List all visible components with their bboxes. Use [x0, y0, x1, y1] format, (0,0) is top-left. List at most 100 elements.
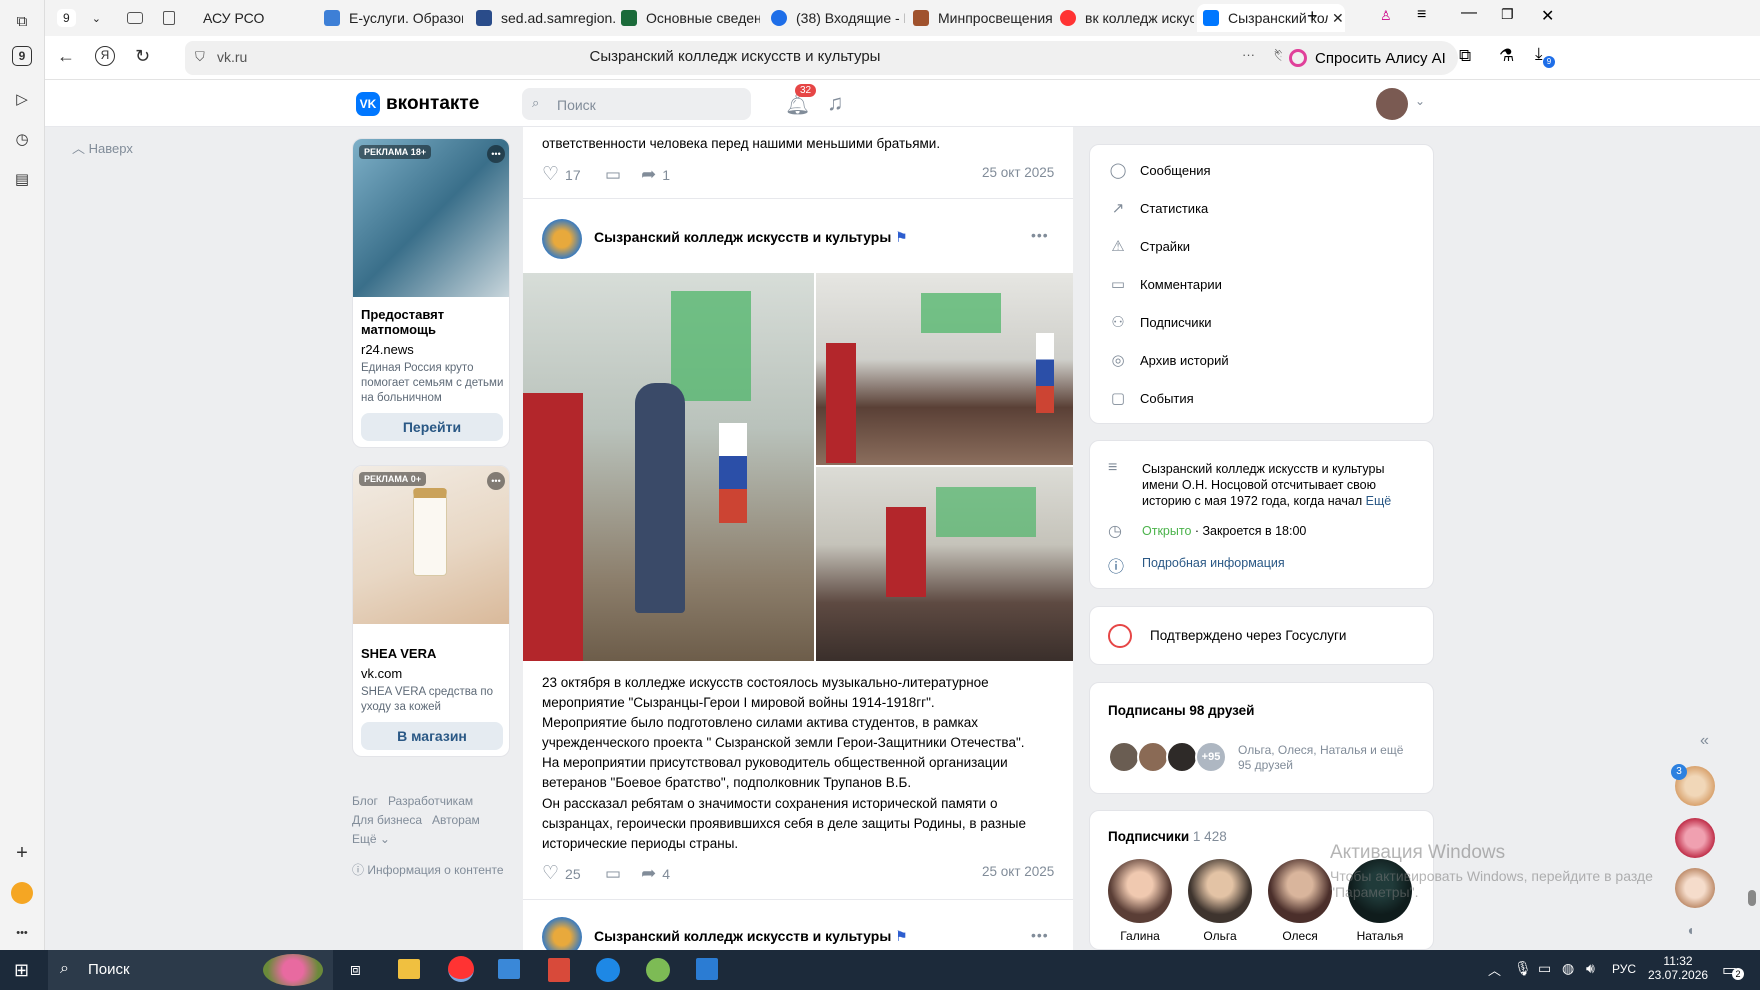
post-author[interactable]: Сызранский колледж искусств и культуры ⚑: [594, 229, 908, 246]
url-field[interactable]: ⛉ vk.ru Сызранский колледж искусств и ку…: [185, 41, 1385, 75]
task-view-icon[interactable]: ⧈: [350, 960, 361, 980]
taskbar-search[interactable]: ⌕ Поиск: [48, 950, 333, 990]
ad-button[interactable]: Перейти: [361, 413, 503, 441]
ad-button[interactable]: В магазин: [361, 722, 503, 750]
subscriber-avatar[interactable]: [1268, 859, 1332, 923]
like-icon[interactable]: ♡: [542, 862, 559, 885]
mic-icon[interactable]: 🎙︎: [1514, 960, 1532, 977]
comment-icon[interactable]: ▭: [605, 864, 621, 884]
tab-group-button[interactable]: 9 ⌄: [49, 4, 115, 32]
more-icon[interactable]: ···: [1242, 47, 1255, 62]
chat-avatar[interactable]: [1675, 868, 1715, 908]
music-icon[interactable]: ♫: [827, 90, 844, 116]
tab-mail[interactable]: [121, 4, 161, 32]
to-top-link[interactable]: ︿ Наверх: [72, 138, 133, 157]
share-icon[interactable]: ➦: [641, 863, 656, 884]
share-icon[interactable]: ➦: [641, 164, 656, 185]
app-icon[interactable]: [696, 958, 718, 980]
explorer-icon[interactable]: [398, 959, 420, 979]
yandex-home-icon[interactable]: Я: [95, 46, 115, 66]
ad-more-icon[interactable]: •••: [487, 145, 505, 163]
ad-card-2[interactable]: РЕКЛАМА 0+ ••• SHEA VERA vk.com SHEA VER…: [352, 465, 510, 757]
tab-osnovnye[interactable]: Основные сведени: [615, 4, 760, 32]
alice-button[interactable]: Спросить Алису AI: [1281, 41, 1458, 75]
screenshot-icon[interactable]: ⧉: [9, 8, 35, 34]
clock[interactable]: 11:32 23.07.2026: [1648, 954, 1708, 982]
tab-e-uslugi[interactable]: Е-услуги. Образова: [318, 4, 463, 32]
edge-icon[interactable]: [596, 958, 620, 982]
reload-icon[interactable]: ↻: [135, 46, 150, 67]
chat-avatar[interactable]: 3: [1671, 764, 1715, 806]
network-icon[interactable]: ▭: [1538, 960, 1551, 977]
vk-search-input[interactable]: ⌕ Поиск: [522, 88, 751, 120]
app-icon[interactable]: [498, 959, 520, 979]
footer-link-dev[interactable]: Разработчикам: [388, 794, 473, 808]
yandex-browser-icon[interactable]: [448, 956, 474, 982]
profile-icon[interactable]: ♙: [1380, 8, 1392, 24]
download-icon[interactable]: ⤓ 9: [1535, 44, 1555, 68]
windows-start-icon[interactable]: ⊞: [14, 960, 29, 981]
language-indicator[interactable]: РУС: [1612, 962, 1636, 976]
new-tab-button[interactable]: +: [1307, 6, 1318, 27]
tab-minpros[interactable]: Минпросвещения Р: [907, 4, 1052, 32]
video-icon[interactable]: ▷: [9, 86, 35, 112]
tab-count-icon[interactable]: 9: [12, 46, 32, 66]
about-more-link[interactable]: Ещё: [1366, 494, 1392, 508]
footer-link-more[interactable]: Ещё: [352, 832, 377, 846]
ad-more-icon[interactable]: •••: [487, 472, 505, 490]
menu-stats[interactable]: ↗ Статистика: [1108, 199, 1209, 217]
subscribers-card[interactable]: Подписчики 1 428 Галина Ольга Олеся Ната…: [1089, 810, 1434, 950]
community-avatar[interactable]: [542, 219, 582, 259]
history-icon[interactable]: ◷: [9, 126, 35, 152]
tab-vk-active[interactable]: Сызранский колл✕: [1197, 4, 1345, 32]
restore-icon[interactable]: ❐: [1501, 6, 1514, 23]
menu-events[interactable]: ▢ События: [1108, 389, 1194, 407]
post-menu-icon[interactable]: •••: [1031, 227, 1049, 243]
app-icon[interactable]: [11, 882, 33, 904]
minimize-icon[interactable]: —: [1461, 4, 1477, 22]
like-icon[interactable]: ♡: [542, 163, 559, 186]
avatar[interactable]: [1376, 88, 1408, 120]
ad-card-1[interactable]: РЕКЛАМА 18+ ••• Предоставят матпомощь r2…: [352, 138, 510, 448]
menu-messages[interactable]: ◯ Сообщения: [1108, 161, 1211, 179]
footer-link-business[interactable]: Для бизнеса: [352, 813, 422, 827]
menu-comments[interactable]: ▭ Комментарии: [1108, 275, 1222, 293]
post-photo-2[interactable]: [816, 273, 1073, 465]
friends-card[interactable]: Подписаны 98 друзей +95 Ольга, Олеся, На…: [1089, 682, 1434, 794]
post-author[interactable]: Сызранский колледж искусств и культуры ⚑: [594, 928, 908, 945]
post-photo-1[interactable]: [523, 273, 814, 661]
collections-icon[interactable]: ▤: [9, 166, 35, 192]
menu-strikes[interactable]: ⚠ Страйки: [1108, 237, 1190, 255]
back-icon[interactable]: ←: [57, 46, 75, 67]
tools-icon[interactable]: ⚗: [1499, 46, 1514, 66]
menu-icon[interactable]: ≡: [1417, 6, 1426, 24]
gosuslugi-card[interactable]: Подтверждено через Госуслуги: [1089, 606, 1434, 665]
post-menu-icon[interactable]: •••: [1031, 927, 1049, 943]
notification-center-icon[interactable]: ▭ 2: [1722, 960, 1744, 980]
footer-link-authors[interactable]: Авторам: [432, 813, 480, 827]
footer-link-blog[interactable]: Блог: [352, 794, 378, 808]
extensions-icon[interactable]: ⧉: [1459, 46, 1471, 66]
collapse-chats-icon[interactable]: «: [1700, 732, 1709, 750]
scrollbar-thumb[interactable]: [1748, 890, 1756, 906]
close-tab-icon[interactable]: ✕: [1332, 10, 1344, 27]
app-icon[interactable]: [646, 958, 670, 982]
chat-icon[interactable]: ◖: [1686, 922, 1694, 938]
comment-icon[interactable]: ▭: [605, 165, 621, 185]
subscriber-avatar[interactable]: [1108, 859, 1172, 923]
volume-icon[interactable]: 🔊︎: [1586, 960, 1595, 977]
app-icon[interactable]: [548, 958, 570, 982]
chevron-down-icon[interactable]: ⌄: [1415, 94, 1425, 108]
add-icon[interactable]: +: [9, 840, 35, 866]
menu-stories-archive[interactable]: ◎ Архив историй: [1108, 351, 1228, 369]
chat-avatar[interactable]: [1675, 818, 1715, 858]
vk-logo[interactable]: VK вконтакте: [356, 92, 479, 116]
content-info-link[interactable]: ⓘ Информация о контенте: [352, 861, 522, 880]
post-photo-3[interactable]: [816, 467, 1073, 661]
community-avatar[interactable]: [542, 917, 582, 950]
drive-icon[interactable]: ◍: [1562, 960, 1574, 977]
tab-asu-rso[interactable]: АСУ РСО: [157, 4, 307, 32]
close-window-icon[interactable]: ✕: [1541, 6, 1554, 26]
bell-icon[interactable]: 🔔︎ 32: [785, 84, 817, 117]
tab-sed[interactable]: sed.ad.samregion.ru: [470, 4, 615, 32]
